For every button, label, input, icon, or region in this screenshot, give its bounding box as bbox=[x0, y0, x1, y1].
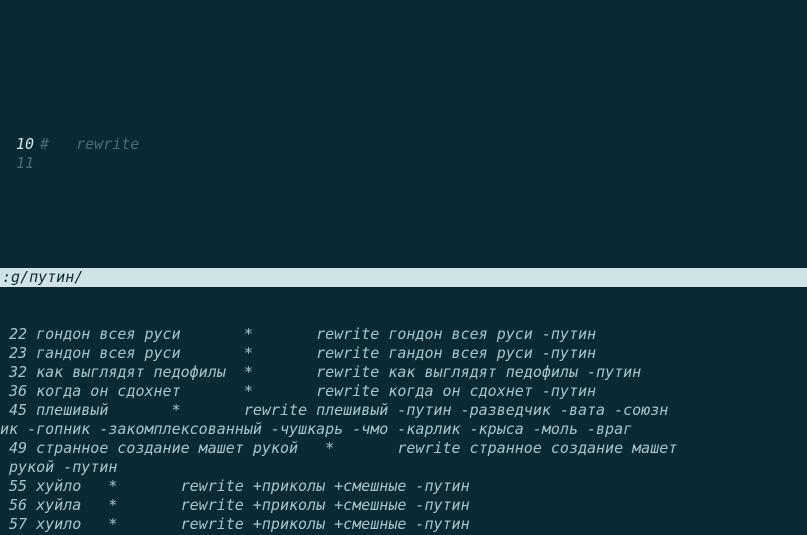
result-line: ик -гопник -закомплексованный -чушкарь -… bbox=[0, 420, 807, 439]
result-line: 56 хуйла * rewrite +приколы +смешные -пу… bbox=[0, 496, 807, 515]
result-line: 55 хуйло * rewrite +приколы +смешные -пу… bbox=[0, 477, 807, 496]
result-line: 23 гандон всея руси * rewrite гандон все… bbox=[0, 344, 807, 363]
result-line: 22 гондон всея руси * rewrite гондон все… bbox=[0, 325, 807, 344]
blank-line bbox=[0, 211, 807, 230]
line-number: 11 bbox=[0, 154, 40, 173]
global-search-results: 22 гондон всея руси * rewrite гондон все… bbox=[0, 325, 807, 535]
vim-editor[interactable]: 10# rewrite11 :g/путин/ 22 гондон всея р… bbox=[0, 95, 807, 535]
result-line: 49 странное создание машет рукой * rewri… bbox=[0, 439, 807, 458]
line-text: # rewrite bbox=[40, 135, 139, 153]
buffer-line: 11 bbox=[0, 154, 807, 173]
result-line: 36 когда он сдохнет * rewrite когда он с… bbox=[0, 382, 807, 401]
buffer-line: 10# rewrite bbox=[0, 135, 807, 154]
result-line: 57 хуило * rewrite +приколы +смешные -пу… bbox=[0, 515, 807, 534]
result-line: 45 плешивый * rewrite плешивый -путин -р… bbox=[0, 401, 807, 420]
command-bar: :g/путин/ bbox=[0, 268, 807, 287]
result-line: 58 хуила * rewrite +приколы +смешные -пу… bbox=[0, 534, 807, 535]
result-line: 32 как выглядят педофилы * rewrite как в… bbox=[0, 363, 807, 382]
line-number: 10 bbox=[0, 135, 40, 154]
result-line: рукой -путин bbox=[0, 458, 807, 477]
